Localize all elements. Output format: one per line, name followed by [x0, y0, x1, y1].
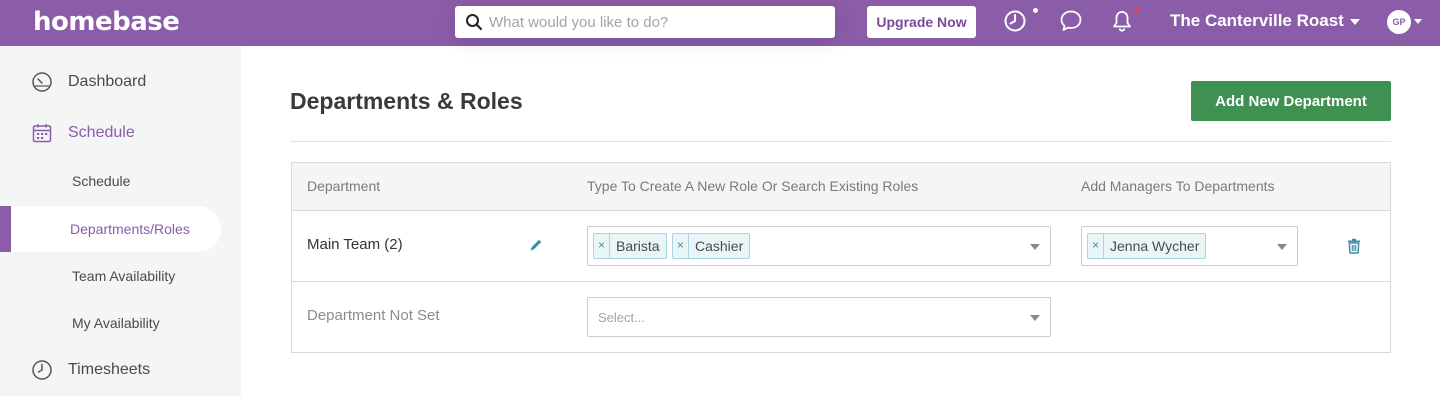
sidebar-item-schedule[interactable]: Schedule — [0, 115, 241, 151]
department-name: Department Not Set — [307, 307, 440, 324]
table-row: Department Not Set Select... — [292, 282, 1390, 353]
sidebar-subitem-label: Schedule — [72, 173, 131, 189]
sidebar-subitem-label: Team Availability — [72, 268, 176, 284]
sidebar: Dashboard Schedule Schedule Departments/… — [0, 46, 241, 396]
upgrade-now-button[interactable]: Upgrade Now — [867, 6, 976, 38]
roles-multiselect[interactable]: × Barista × Cashier — [587, 226, 1051, 266]
divider — [290, 141, 1391, 142]
column-header-managers: Add Managers To Departments — [1081, 178, 1275, 194]
search-input[interactable] — [489, 6, 824, 38]
sidebar-subitem-label: My Availability — [72, 315, 160, 331]
managers-multiselect[interactable]: × Jenna Wycher — [1081, 226, 1298, 266]
table-row: Main Team (2) × Barista × Cashier × Jenn… — [292, 211, 1390, 282]
tag-label: Barista — [616, 238, 660, 254]
add-new-department-button[interactable]: Add New Department — [1191, 81, 1391, 121]
clock-icon — [32, 360, 52, 380]
remove-tag-icon[interactable]: × — [594, 234, 610, 258]
bell-icon[interactable] — [1109, 8, 1135, 34]
sidebar-item-label: Dashboard — [68, 73, 147, 90]
role-tag-barista: × Barista — [593, 233, 667, 259]
page-title: Departments & Roles — [290, 88, 523, 114]
chevron-down-icon[interactable] — [1030, 315, 1040, 321]
manager-tag-jenna-wycher: × Jenna Wycher — [1087, 233, 1207, 259]
chat-icon[interactable] — [1058, 8, 1084, 34]
sidebar-item-label: Schedule — [68, 124, 135, 141]
sidebar-subitem-my-availability[interactable]: My Availability — [0, 300, 221, 346]
clock-notification-dot — [1033, 8, 1038, 13]
sidebar-item-label: Timesheets — [68, 361, 151, 378]
clock-icon[interactable] — [1002, 8, 1028, 34]
calendar-icon — [32, 124, 52, 143]
tag-label: Cashier — [695, 238, 744, 254]
avatar-chevron-down-icon[interactable] — [1414, 19, 1422, 24]
table-header: Department Type To Create A New Role Or … — [292, 163, 1390, 211]
remove-tag-icon[interactable]: × — [1088, 234, 1104, 258]
roles-select[interactable]: Select... — [587, 297, 1051, 337]
sidebar-subitem-team-availability[interactable]: Team Availability — [0, 253, 221, 299]
column-header-roles: Type To Create A New Role Or Search Exis… — [587, 178, 919, 194]
dashboard-icon — [32, 72, 52, 92]
bell-notification-dot — [1134, 8, 1139, 13]
homebase-logo[interactable]: homebase — [33, 7, 180, 37]
location-name: The Canterville Roast — [1170, 11, 1344, 30]
sidebar-item-dashboard[interactable]: Dashboard — [0, 64, 241, 100]
departments-table: Department Type To Create A New Role Or … — [291, 162, 1391, 353]
search-icon — [466, 14, 483, 31]
location-switcher[interactable]: The Canterville Roast — [1170, 11, 1360, 31]
column-header-department: Department — [307, 178, 381, 194]
chevron-down-icon[interactable] — [1030, 244, 1040, 250]
chevron-down-icon — [1349, 18, 1360, 25]
select-placeholder: Select... — [598, 310, 645, 325]
trash-icon[interactable] — [1347, 238, 1361, 254]
sidebar-item-timesheets[interactable]: Timesheets — [0, 352, 241, 388]
chevron-down-icon[interactable] — [1277, 244, 1287, 250]
tag-label: Jenna Wycher — [1110, 238, 1200, 254]
sidebar-subitem-label: Departments/Roles — [70, 221, 190, 237]
search-box[interactable] — [455, 6, 835, 38]
department-name: Main Team (2) — [307, 236, 403, 253]
sidebar-subitem-schedule[interactable]: Schedule — [0, 158, 221, 204]
pencil-icon[interactable] — [528, 237, 544, 253]
role-tag-cashier: × Cashier — [672, 233, 751, 259]
top-navigation-bar: homebase Upgrade Now The Canterville Roa… — [0, 0, 1440, 46]
active-indicator — [0, 206, 11, 252]
avatar[interactable]: GP — [1387, 10, 1411, 34]
remove-tag-icon[interactable]: × — [673, 234, 689, 258]
sidebar-subitem-departments-roles[interactable]: Departments/Roles — [0, 206, 221, 252]
